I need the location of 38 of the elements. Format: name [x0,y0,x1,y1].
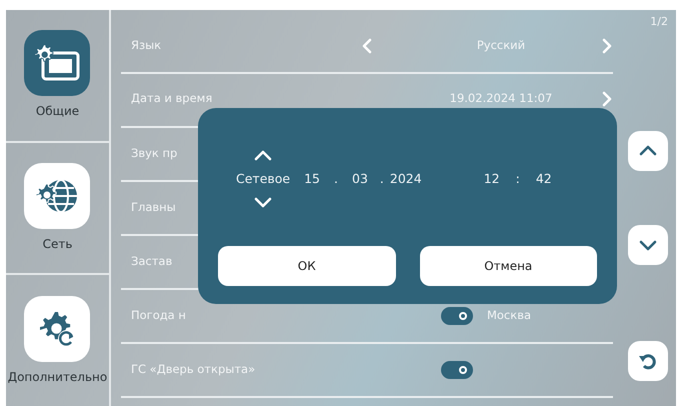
scroll-up-button[interactable] [628,130,668,170]
sidebar-tile[interactable] [24,296,90,362]
sidebar-label: Сеть [42,236,72,253]
separator: . [334,170,338,188]
back-button[interactable] [628,340,668,380]
chevron-down-icon[interactable] [254,194,272,209]
minute-field[interactable]: 42 [536,170,552,188]
setting-label: Звук пр [130,145,178,162]
setting-value: 19.02.2024 11:07 [448,90,554,107]
year-field[interactable]: 2024 [390,170,422,188]
separator: : [516,170,520,188]
setting-label: Застав [130,253,172,270]
chevron-up-icon[interactable] [254,149,272,164]
setting-value: Москва [486,307,532,324]
sidebar-tile[interactable] [24,30,90,96]
toggle-switch[interactable] [440,361,473,379]
sidebar-label: Дополнительно [8,368,108,386]
setting-label: Язык [130,37,162,54]
cancel-button[interactable]: Отмена [420,246,597,286]
time-source[interactable]: Сетевое [236,170,290,188]
sidebar-tile[interactable] [24,163,90,229]
toggle-switch[interactable] [440,307,473,325]
ok-button[interactable]: ОК [218,246,396,286]
chevron-down-icon[interactable] [639,238,658,252]
page-indicator: 1/2 [650,14,668,30]
setting-label: ГС «Дверь открыта» [130,361,256,378]
day-field[interactable]: 15 [304,170,320,188]
hour-field[interactable]: 12 [484,170,500,188]
setting-label: Главны [130,199,176,216]
setting-value: Русский [476,37,526,54]
setting-label: Дата и время [130,90,214,107]
month-field[interactable]: 03 [352,170,368,188]
sidebar-label: Общие [36,103,80,120]
separator: . [380,170,384,188]
scroll-down-button[interactable] [628,224,668,264]
chevron-up-icon[interactable] [639,144,658,158]
gear-window-icon [33,43,82,84]
setting-label: Погода н [130,307,187,324]
